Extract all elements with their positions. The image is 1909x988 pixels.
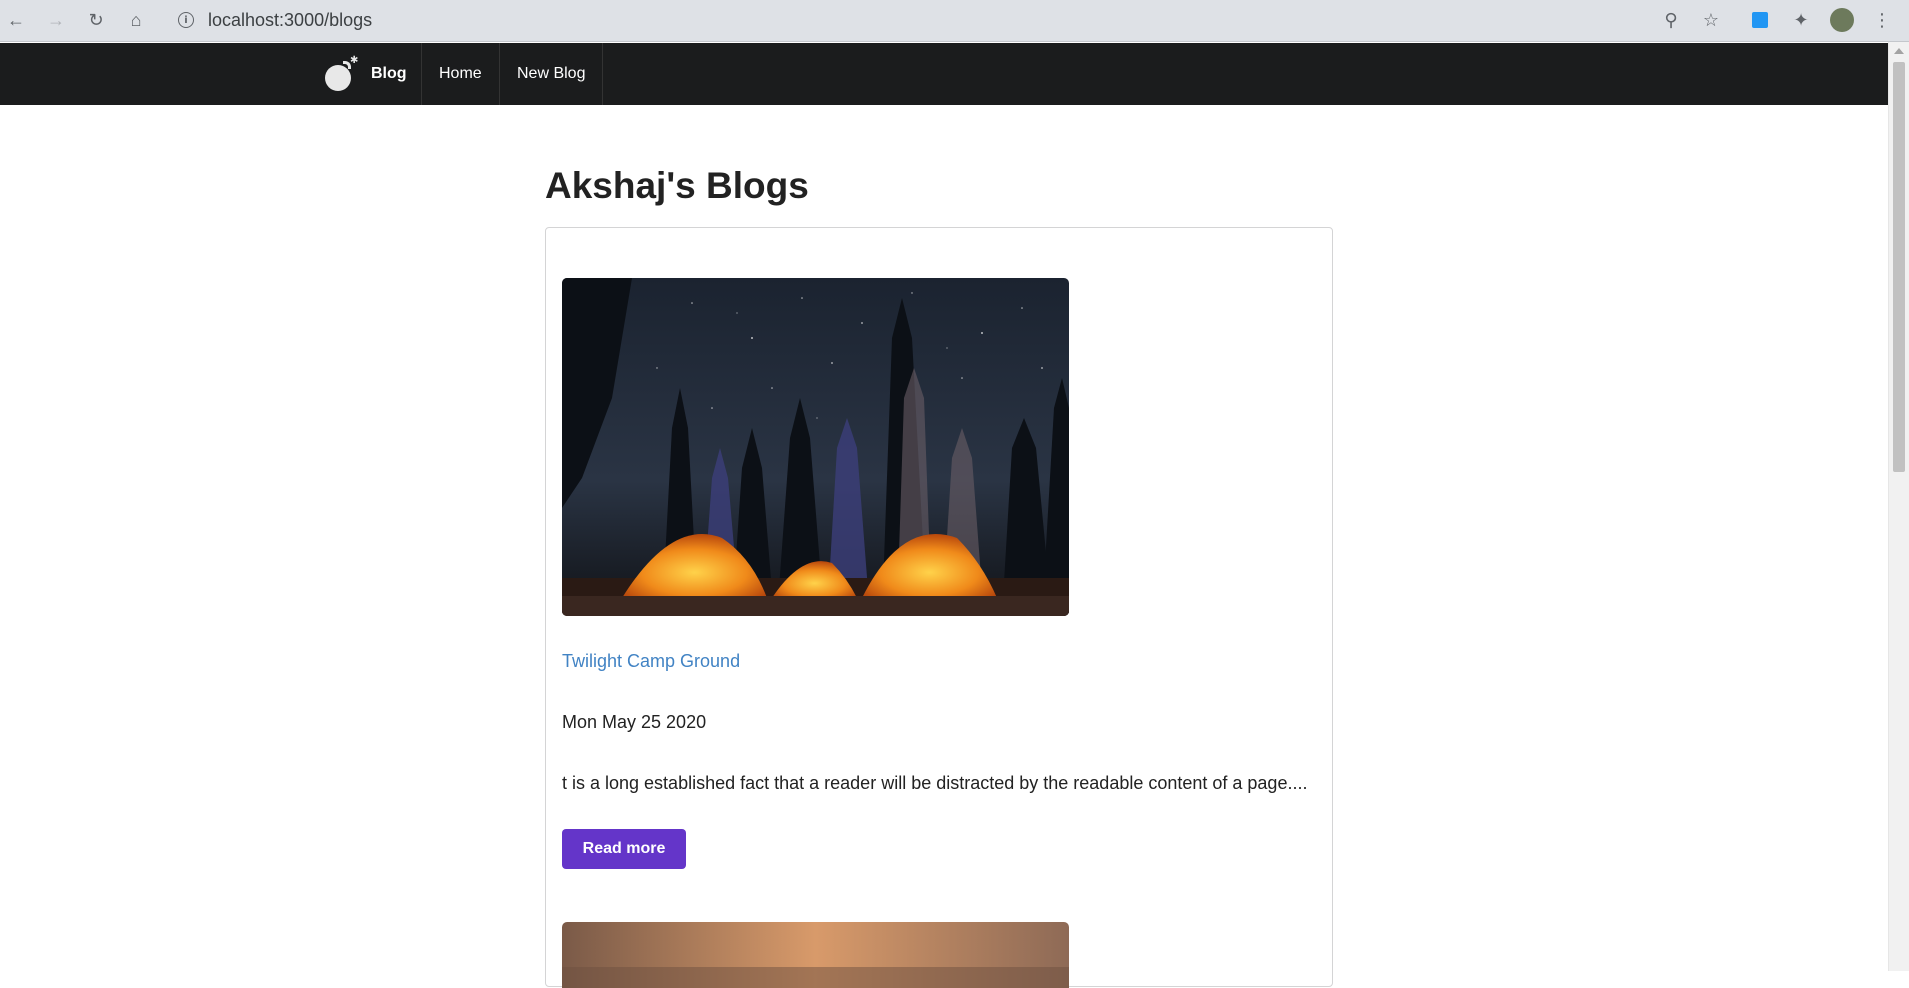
page-scrollbar[interactable]: [1888, 42, 1909, 971]
blog-date: Mon May 25 2020: [562, 712, 707, 732]
nav-item-home[interactable]: Home: [421, 43, 499, 105]
blog-excerpt: t is a long established fact that a read…: [562, 773, 1308, 793]
brand-label: Blog: [371, 65, 407, 82]
reload-icon[interactable]: ↻: [84, 8, 108, 32]
sunset-image: [562, 922, 1069, 988]
extension-icon[interactable]: [1748, 8, 1772, 32]
menu-kebab-icon[interactable]: ⋮: [1870, 8, 1894, 32]
read-more-button[interactable]: Read more: [562, 829, 686, 869]
scroll-up-arrow-icon[interactable]: [1894, 48, 1904, 54]
home-icon[interactable]: ⌂: [124, 8, 148, 32]
address-bar[interactable]: i localhost:3000/blogs: [168, 4, 1698, 36]
blog-image: [562, 278, 1069, 616]
puzzle-extensions-icon[interactable]: ✦: [1789, 8, 1813, 32]
site-info-icon[interactable]: i: [178, 12, 194, 28]
back-arrow-icon[interactable]: ←: [4, 8, 28, 32]
bookmark-star-icon[interactable]: ☆: [1699, 8, 1723, 32]
brand-link[interactable]: ✱ Blog: [325, 43, 407, 105]
blog-title-link[interactable]: Twilight Camp Ground: [562, 651, 740, 672]
nav-item-new-blog[interactable]: New Blog: [499, 43, 604, 105]
forward-arrow-icon[interactable]: →: [44, 8, 68, 32]
zoom-icon[interactable]: ⚲: [1659, 8, 1683, 32]
site-navbar: ✱ Blog Home New Blog: [0, 43, 1888, 105]
browser-toolbar: ← → ↻ ⌂ i localhost:3000/blogs ⚲ ☆ ✦ ⋮: [0, 0, 1909, 42]
night-camping-image: [562, 278, 1069, 616]
blog-image: [562, 922, 1069, 988]
url-text: localhost:3000/blogs: [208, 9, 373, 30]
blog-list-card: Twilight Camp Ground Mon May 25 2020 t i…: [545, 227, 1333, 988]
page-title: Akshaj's Blogs: [545, 165, 809, 206]
profile-avatar[interactable]: [1830, 8, 1854, 32]
scrollbar-thumb[interactable]: [1893, 62, 1905, 472]
bomb-logo-icon: ✱: [325, 55, 358, 91]
